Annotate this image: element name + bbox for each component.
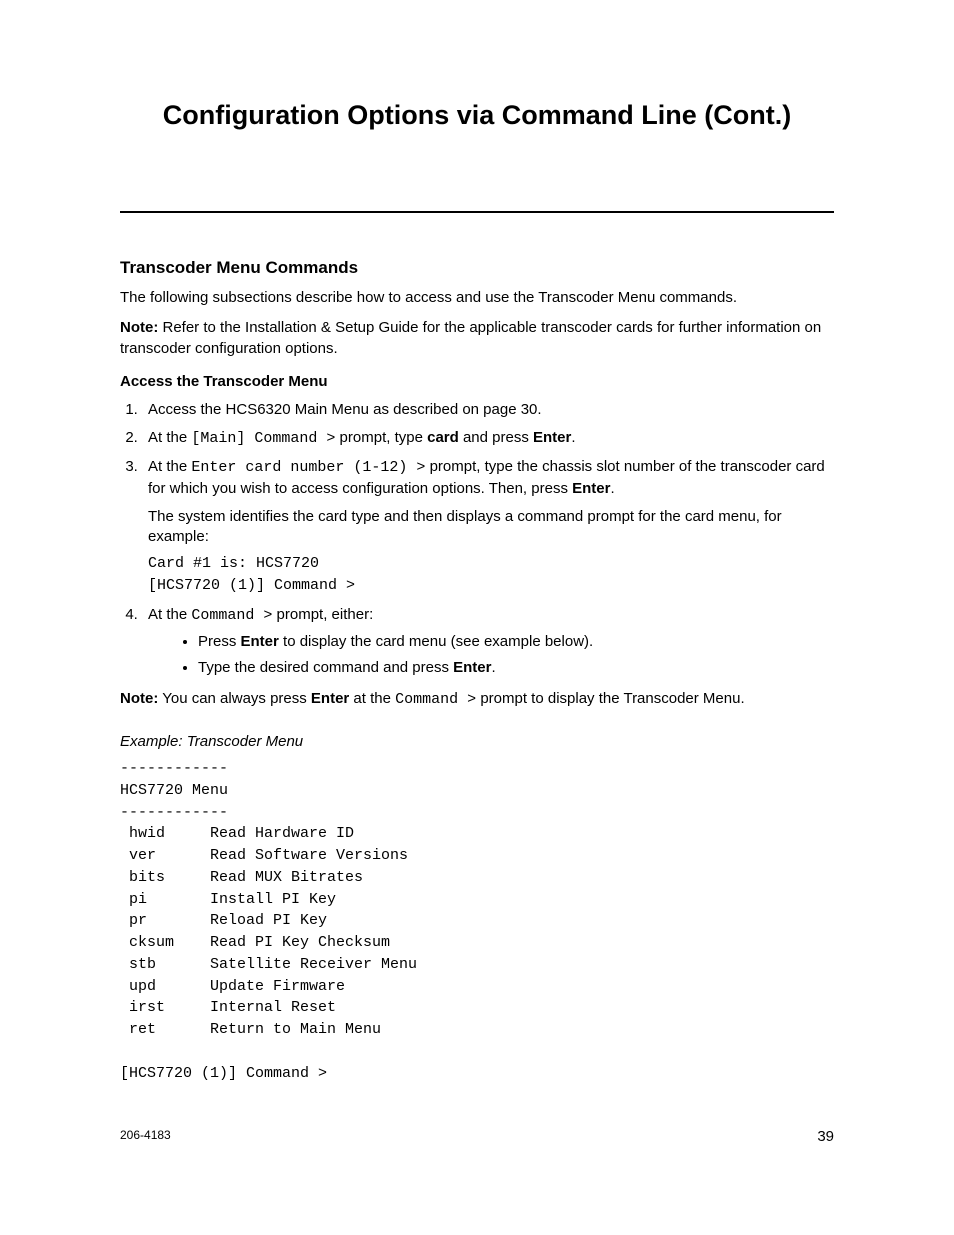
steps-list: Access the HCS6320 Main Menu as describe… [120, 400, 834, 679]
footer-doc-number: 206-4183 [120, 1128, 171, 1142]
intro-paragraph: The following subsections describe how t… [120, 288, 834, 308]
text: . [571, 429, 575, 446]
page: Configuration Options via Command Line (… [0, 0, 954, 1235]
text: prompt, either: [272, 606, 373, 623]
inline-code: Command > [395, 691, 476, 708]
command-word: card [427, 429, 459, 446]
text: You can always press [158, 690, 311, 707]
code-block: Card #1 is: HCS7720 [HCS7720 (1)] Comman… [148, 553, 834, 597]
step-1: Access the HCS6320 Main Menu as describe… [142, 400, 834, 420]
key-name: Enter [311, 690, 349, 707]
inline-code: Enter card number (1-12) > [191, 459, 425, 476]
step-2: At the [Main] Command > prompt, type car… [142, 428, 834, 449]
step-3: At the Enter card number (1-12) > prompt… [142, 457, 834, 597]
text: . [610, 480, 614, 497]
key-name: Enter [533, 429, 571, 446]
subsection-heading: Access the Transcoder Menu [120, 373, 834, 390]
inline-code: Command > [191, 607, 272, 624]
bullet-2: Type the desired command and press Enter… [198, 658, 834, 678]
key-name: Enter [572, 480, 610, 497]
key-name: Enter [453, 659, 491, 676]
text: to display the card menu (see example be… [279, 633, 593, 650]
bullet-list: Press Enter to display the card menu (se… [148, 632, 834, 679]
horizontal-rule [120, 211, 834, 213]
text: Type the desired command and press [198, 659, 453, 676]
example-label: Example: Transcoder Menu [120, 732, 834, 752]
note-2: Note: You can always press Enter at the … [120, 689, 834, 710]
text: and press [459, 429, 533, 446]
step-sub-text: The system identifies the card type and … [148, 507, 834, 548]
text: At the [148, 606, 191, 623]
note-1: Note: Refer to the Installation & Setup … [120, 318, 834, 359]
footer: 206-4183 39 [120, 1128, 834, 1145]
footer-page-number: 39 [817, 1128, 834, 1145]
text: Press [198, 633, 241, 650]
note-label: Note: [120, 319, 158, 336]
inline-code: [Main] Command > [191, 430, 335, 447]
text: prompt, type [335, 429, 427, 446]
text: . [491, 659, 495, 676]
note-text: Refer to the Installation & Setup Guide … [120, 319, 821, 356]
text: At the [148, 458, 191, 475]
key-name: Enter [241, 633, 279, 650]
bullet-1: Press Enter to display the card menu (se… [198, 632, 834, 652]
step-4: At the Command > prompt, either: Press E… [142, 605, 834, 679]
menu-output-block: ------------ HCS7720 Menu ------------ h… [120, 758, 834, 1084]
section-heading: Transcoder Menu Commands [120, 258, 834, 278]
text: prompt to display the Transcoder Menu. [476, 690, 744, 707]
page-title: Configuration Options via Command Line (… [120, 100, 834, 131]
note-label: Note: [120, 690, 158, 707]
text: at the [349, 690, 395, 707]
text: At the [148, 429, 191, 446]
